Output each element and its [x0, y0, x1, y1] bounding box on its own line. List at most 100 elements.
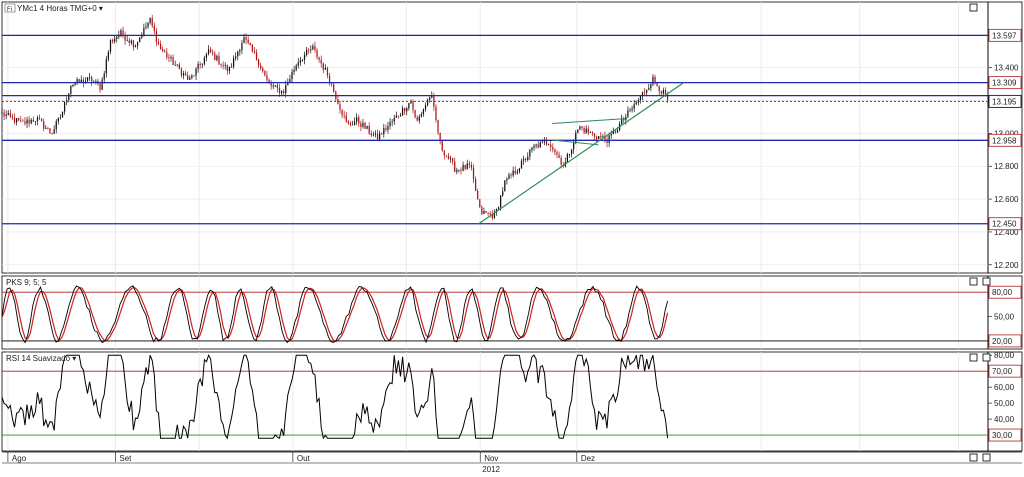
candle-body	[132, 40, 135, 48]
candle-body	[303, 54, 306, 60]
candle-body	[412, 101, 414, 111]
candle-body	[487, 212, 489, 214]
candle-body	[130, 40, 132, 43]
candle-body	[3, 112, 5, 117]
candle-body	[105, 59, 107, 74]
candle-body	[285, 85, 287, 94]
pks-level-label: 80,00	[992, 288, 1013, 297]
candle-body	[222, 65, 224, 66]
candle-body	[520, 160, 523, 169]
candle-body	[466, 163, 468, 169]
candle-body	[32, 119, 34, 122]
candle-body	[178, 64, 180, 69]
candle-body	[662, 90, 665, 94]
candle-body	[95, 80, 97, 82]
candle-body	[7, 113, 9, 115]
candle-body	[625, 116, 627, 121]
candle-body	[239, 50, 241, 52]
candle-body	[468, 163, 470, 165]
candle-body	[214, 53, 216, 61]
candle-body	[397, 115, 400, 117]
candle-body	[581, 126, 583, 129]
candle-body	[646, 89, 648, 93]
candle-body	[176, 64, 178, 66]
candle-body	[111, 39, 114, 42]
candle-body	[203, 57, 206, 64]
candle-body	[283, 91, 285, 94]
candle-body	[554, 149, 556, 153]
candle-body	[500, 195, 502, 208]
candle-body	[587, 128, 589, 133]
candle-body	[441, 140, 443, 151]
candle-body	[456, 169, 458, 172]
candle-body	[205, 53, 208, 58]
candle-body	[422, 109, 425, 115]
candle-body	[389, 122, 391, 126]
candle-body	[512, 170, 514, 176]
candle-body	[560, 158, 562, 165]
candle-body	[193, 75, 195, 77]
pane-window-button[interactable]	[969, 353, 978, 362]
candle-body	[464, 164, 466, 169]
candle-body	[608, 135, 610, 143]
axis-window-button[interactable]	[969, 453, 978, 462]
candle-body	[443, 150, 445, 156]
candle-body	[508, 174, 510, 179]
candle-body	[621, 119, 623, 124]
candle-body	[481, 207, 483, 215]
candle-body	[658, 86, 660, 92]
candle-body	[470, 164, 473, 168]
candle-body	[143, 27, 145, 36]
candle-body	[660, 91, 662, 94]
level-label: 13.195	[992, 97, 1017, 106]
candle-body	[245, 37, 247, 40]
candle-body	[78, 79, 80, 83]
candle-body	[280, 91, 283, 94]
candle-body	[314, 46, 316, 50]
candle-body	[180, 68, 183, 76]
trendline[interactable]	[478, 81, 685, 225]
candle-body	[155, 31, 158, 42]
candle-body	[316, 49, 318, 58]
pane-window-button[interactable]	[969, 3, 978, 12]
pane-window-button[interactable]	[982, 277, 991, 286]
candle-body	[120, 30, 122, 36]
level-label: 12.450	[992, 220, 1017, 229]
candle-body	[80, 79, 82, 83]
pks-panel-title: PKS 9; 5; 5	[6, 278, 47, 287]
candle-body	[101, 79, 103, 90]
candle-body	[149, 18, 151, 23]
candle-body	[61, 111, 64, 118]
candle-body	[241, 43, 243, 51]
month-label: Out	[297, 454, 311, 463]
candle-body	[68, 93, 70, 101]
candle-body	[374, 133, 377, 135]
candle-body	[472, 167, 475, 179]
axis-window-button[interactable]	[982, 453, 991, 462]
pane-window-button[interactable]	[969, 277, 978, 286]
candle-body	[654, 76, 656, 83]
candle-body	[226, 65, 228, 71]
candle-body	[293, 70, 295, 72]
candle-body	[255, 52, 258, 60]
candle-body	[63, 102, 66, 112]
candle-body	[207, 49, 210, 54]
candle-body	[439, 132, 441, 141]
pane-window-button[interactable]	[982, 353, 991, 362]
candle-body	[474, 178, 477, 191]
candle-body	[616, 130, 619, 133]
candle-body	[324, 67, 327, 70]
channel-line[interactable]	[552, 118, 626, 125]
candle-body	[276, 84, 279, 88]
price-tick-label: 13.400	[994, 64, 1019, 73]
candle-body	[558, 154, 560, 159]
candle-body	[134, 45, 137, 48]
candle-body	[5, 114, 7, 117]
candle-body	[18, 118, 20, 121]
candle-body	[531, 147, 533, 151]
candle-body	[418, 116, 420, 121]
candle-body	[49, 128, 51, 134]
candle-body	[399, 115, 402, 117]
candle-body	[420, 114, 422, 117]
candle-body	[266, 75, 268, 80]
